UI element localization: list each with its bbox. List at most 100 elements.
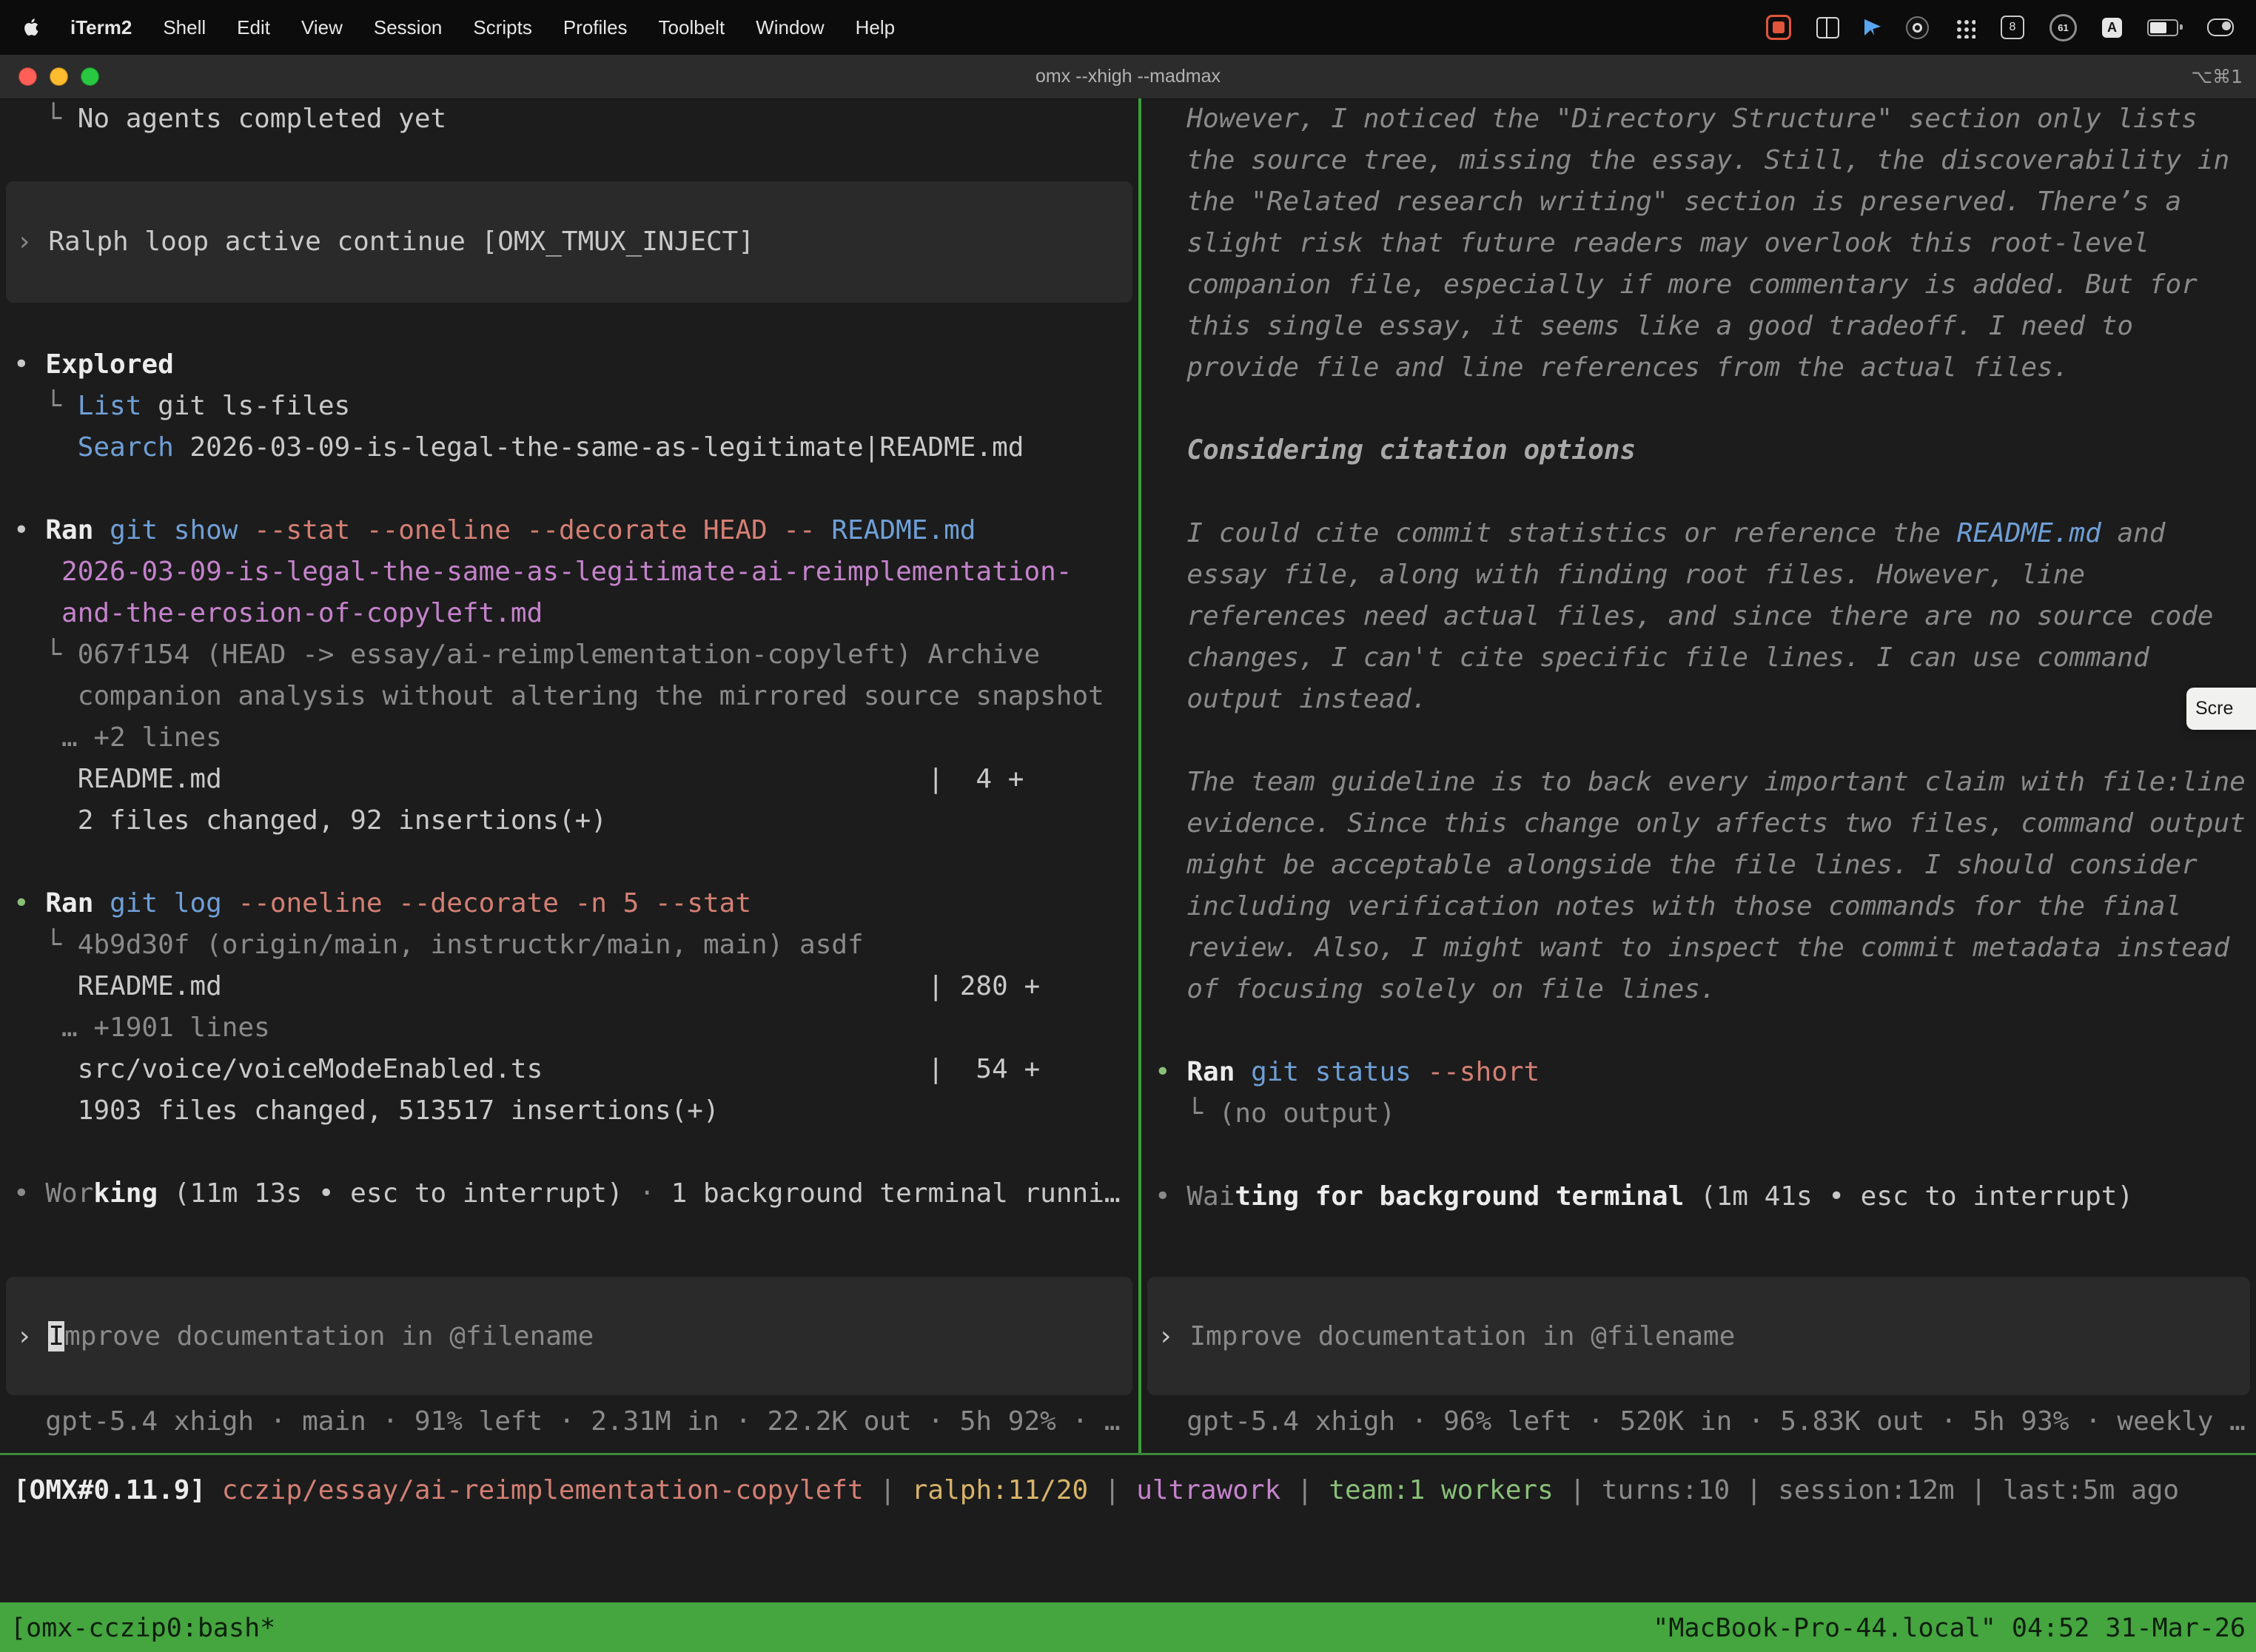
text-segment: provide file and line references from th… (1155, 352, 2069, 383)
menu-item-session[interactable]: Session (374, 16, 443, 39)
terminal-line (1141, 389, 2256, 430)
text-segment: 2 files changed, 92 insertions(+) (13, 805, 607, 836)
dots-grid-icon[interactable] (1954, 17, 1975, 38)
terminal-line: src/voice/voiceModeEnabled.ts | 54 + (0, 1049, 1138, 1090)
text-segment: (no output) (1219, 1098, 1395, 1129)
window-title-bar[interactable]: omx --xhigh --madmax ⌥⌘1 (0, 55, 2256, 99)
screen-share-popup[interactable]: Scre (2186, 688, 2256, 730)
text-segment: List (78, 391, 142, 421)
text-segment: src/voice/voiceModeEnabled.ts | 54 + (13, 1054, 1040, 1084)
minimize-window-button[interactable] (50, 67, 68, 86)
omx-status-section: [OMX#0.11.9] cczip/essay/ai-reimplementa… (0, 1453, 2256, 1652)
menu-item-scripts[interactable]: Scripts (473, 16, 531, 39)
text-segment: README.md | 280 + (13, 971, 1040, 1001)
terminal-line: • Waiting for background terminal (1m 41… (1141, 1176, 2256, 1218)
ralph-banner-text: › Ralph loop active continue [OMX_TMUX_I… (16, 221, 754, 263)
terminal-line: the "Related research writing" section i… (1141, 181, 2256, 223)
ralph-loop-banner: › Ralph loop active continue [OMX_TMUX_I… (6, 181, 1132, 303)
terminal-line: references need actual files, and since … (1141, 596, 2256, 637)
menu-item-view[interactable]: View (301, 16, 343, 39)
terminal-line: • Working (11m 13s • esc to interrupt) ·… (0, 1173, 1138, 1215)
menu-item-edit[interactable]: Edit (237, 16, 270, 39)
text-segment: references need actual files, and since … (1155, 601, 2213, 631)
text-segment (93, 888, 110, 919)
text-segment: [OMX#0.11.9] (13, 1475, 222, 1505)
text-segment: session:12m (1778, 1475, 1954, 1505)
menu-item-help[interactable]: Help (856, 16, 895, 39)
text-segment: the "Related research writing" section i… (1155, 187, 2181, 217)
menu-item-shell[interactable]: Shell (163, 16, 206, 39)
menu-bar-status-icons: 8 61 A (1766, 14, 2234, 41)
terminal-line (1141, 471, 2256, 513)
terminal-line: might be acceptable alongside the file l… (1141, 845, 2256, 886)
circle-app-icon[interactable] (1906, 16, 1929, 39)
right-input-text: Improve documentation in @filename (1189, 1321, 1735, 1352)
text-segment: (11m 13s • esc to interrupt) (158, 1178, 623, 1209)
text-segment: • (1155, 1181, 1186, 1212)
left-terminal-pane[interactable]: └ No agents completed yet › Ralph loop a… (0, 98, 1138, 1453)
tmux-status-bar: [omx-cczip0:bash* "MacBook-Pro-44.local"… (0, 1602, 2256, 1652)
text-segment: git status (1251, 1057, 1411, 1087)
terminal-line (1141, 720, 2256, 762)
macos-desktop: iTerm2 Shell Edit View Session Scripts P… (0, 0, 2256, 1652)
text-segment: … +2 lines (13, 722, 222, 753)
text-segment: I could cite commit statistics or refere… (1155, 518, 1957, 548)
menu-item-profiles[interactable]: Profiles (563, 16, 628, 39)
battery-icon[interactable] (2147, 19, 2178, 36)
terminal-line: • Ran git show --stat --oneline --decora… (0, 510, 1138, 551)
terminal-line: … +1901 lines (0, 1007, 1138, 1049)
text-segment: changes, I can't cite specific file line… (1155, 642, 2149, 673)
omx-status-line: [OMX#0.11.9] cczip/essay/ai-reimplementa… (0, 1470, 2256, 1511)
text-segment: team:1 workers (1329, 1475, 1553, 1505)
terminal-line: 1903 files changed, 513517 insertions(+) (0, 1090, 1138, 1132)
window-controls (0, 67, 99, 86)
text-segment: 2026-03-09-is-legal-the-same-as-legitima… (61, 557, 1072, 587)
terminal-line: changes, I can't cite specific file line… (1141, 637, 2256, 679)
window-tile-icon[interactable] (1816, 17, 1839, 38)
terminal-content: └ No agents completed yet › Ralph loop a… (0, 98, 2256, 1453)
text-segment: 2026-03-09-is-legal-the-same-as-legitima… (174, 432, 1024, 463)
terminal-line: However, I noticed the "Directory Struct… (1141, 98, 2256, 140)
terminal-line: └ 067f154 (HEAD -> essay/ai-reimplementa… (0, 634, 1138, 676)
text-segment: of focusing solely on file lines. (1155, 974, 1716, 1004)
text-segment: companion analysis without altering the … (13, 681, 1104, 711)
terminal-line: README.md | 280 + (0, 966, 1138, 1007)
menu-item-iterm2[interactable]: iTerm2 (70, 16, 132, 39)
text-segment: the source tree, missing the essay. Stil… (1155, 145, 2229, 175)
text-segment: --oneline --decorate -n 5 --stat (222, 888, 751, 919)
text-segment: └ (1155, 1098, 1219, 1129)
left-prompt-input[interactable]: › Improve documentation in @filename (6, 1277, 1132, 1395)
menu-item-window[interactable]: Window (756, 16, 824, 39)
close-window-button[interactable] (19, 67, 37, 86)
apple-menu-icon[interactable] (22, 17, 39, 38)
control-center-icon[interactable] (2207, 19, 2234, 36)
terminal-line: 2 files changed, 92 insertions(+) (0, 800, 1138, 842)
zoom-window-button[interactable] (81, 67, 99, 86)
terminal-line: The team guideline is to back every impo… (1141, 762, 2256, 803)
menu-item-toolbelt[interactable]: Toolbelt (659, 16, 725, 39)
text-segment: ting for background terminal (1235, 1181, 1684, 1212)
screen-recording-icon[interactable] (1766, 15, 1791, 40)
text-segment: • (13, 515, 45, 545)
text-segment: Considering citation options (1155, 435, 1636, 466)
text-segment: └ (13, 930, 78, 960)
right-session-stats: gpt-5.4 xhigh · 96% left · 520K in · 5.8… (1141, 1401, 2256, 1443)
right-prompt-input[interactable]: › Improve documentation in @filename (1147, 1277, 2250, 1395)
pointer-app-icon[interactable] (1864, 19, 1881, 36)
left-input-text: mprove documentation in @filename (64, 1321, 594, 1352)
terminal-line: README.md | 4 + (0, 759, 1138, 800)
text-segment: (1m 41s • esc to interrupt) (1684, 1181, 2133, 1212)
text-segment: 4b9d30f (origin/main, instructkr/main, m… (78, 930, 864, 960)
terminal-line: companion analysis without altering the … (0, 676, 1138, 717)
right-terminal-pane[interactable]: However, I noticed the "Directory Struct… (1141, 98, 2256, 1453)
text-segment: and-the-erosion-of-copyleft.md (61, 598, 543, 628)
battery-gauge-icon[interactable]: 61 (2049, 14, 2077, 41)
terminal-line (1141, 1010, 2256, 1052)
terminal-line: slight risk that future readers may over… (1141, 223, 2256, 264)
text-segment: slight risk that future readers may over… (1155, 228, 2149, 258)
text-segment: Wor (45, 1178, 93, 1209)
keystroke-icon[interactable]: 8 (2001, 16, 2024, 39)
text-segment: Explored (45, 349, 173, 380)
input-source-icon[interactable]: A (2102, 18, 2122, 38)
text-segment: · (623, 1178, 671, 1209)
